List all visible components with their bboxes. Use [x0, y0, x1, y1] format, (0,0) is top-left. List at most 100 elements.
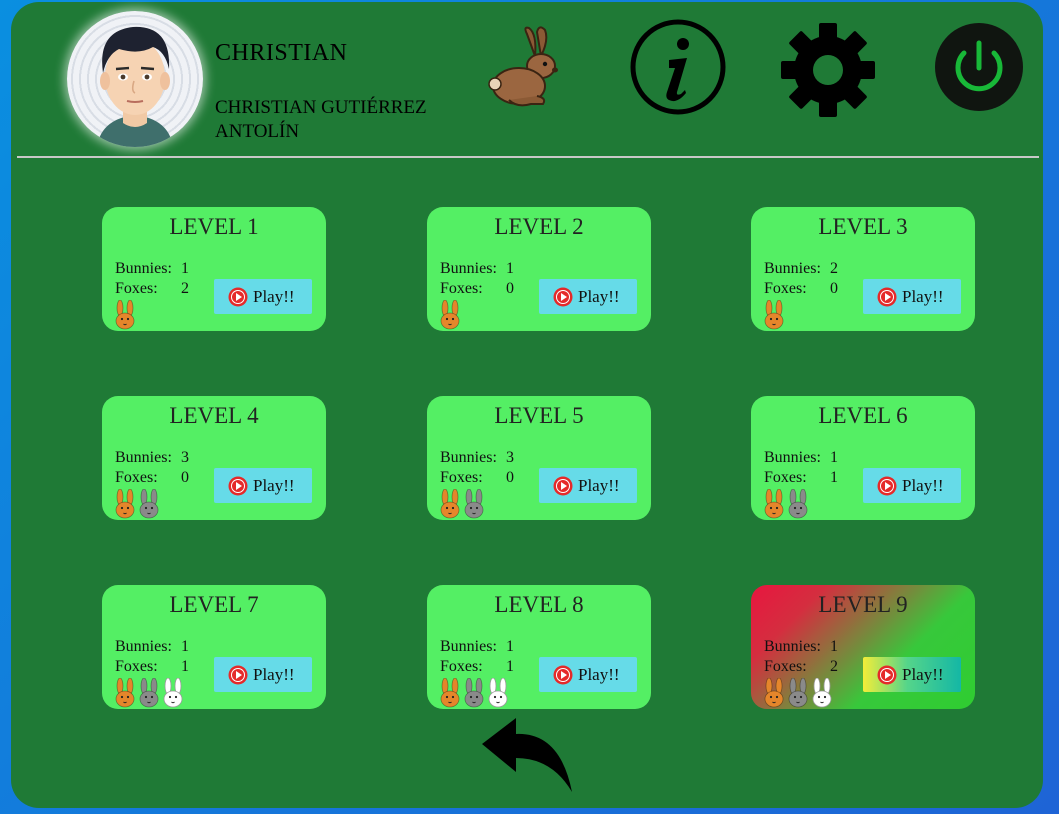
- bunnies-count: 3: [181, 449, 189, 466]
- foxes-count: 0: [181, 469, 189, 486]
- play-button-label: Play!!: [902, 475, 944, 495]
- bunnies-label: Bunnies:: [115, 449, 172, 466]
- foxes-label: Foxes:: [115, 469, 158, 486]
- bunny-icons: [114, 300, 136, 330]
- play-button[interactable]: Play!!: [863, 279, 961, 314]
- orange-bunny-icon: [764, 300, 784, 330]
- orange-bunny-icon: [764, 678, 784, 708]
- foxes-count: 0: [506, 280, 514, 297]
- level-title: LEVEL 6: [818, 403, 908, 428]
- bunnies-label: Bunnies:: [440, 449, 497, 466]
- level-title: LEVEL 7: [169, 592, 259, 617]
- foxes-count: 0: [506, 469, 514, 486]
- gray-bunny-icon: [139, 678, 159, 708]
- level-card[interactable]: LEVEL 7 Bunnies: 1 Foxes: 1 Play!!: [102, 585, 326, 709]
- user-first-name: CHRISTIAN: [215, 40, 348, 66]
- gray-bunny-icon: [788, 678, 808, 708]
- bunnies-label: Bunnies:: [115, 638, 172, 655]
- play-button[interactable]: Play!!: [539, 279, 637, 314]
- header-divider: [17, 156, 1039, 158]
- play-button-label: Play!!: [253, 475, 295, 495]
- gray-bunny-icon: [788, 489, 808, 519]
- bunny-icons: [439, 300, 461, 330]
- bunny-icons: [114, 489, 160, 519]
- level-card[interactable]: LEVEL 1 Bunnies: 1 Foxes: 2 Play!!: [102, 207, 326, 331]
- foxes-label: Foxes:: [764, 280, 807, 297]
- level-card[interactable]: LEVEL 8 Bunnies: 1 Foxes: 1 Play!!: [427, 585, 651, 709]
- orange-bunny-icon: [764, 489, 784, 519]
- orange-bunny-icon: [440, 678, 460, 708]
- bunnies-label: Bunnies:: [764, 638, 821, 655]
- foxes-label: Foxes:: [764, 658, 807, 675]
- level-title: LEVEL 9: [818, 592, 908, 617]
- foxes-label: Foxes:: [764, 469, 807, 486]
- bunnies-count: 1: [181, 260, 189, 277]
- gray-bunny-icon: [464, 489, 484, 519]
- bunnies-count: 1: [830, 449, 838, 466]
- play-button-label: Play!!: [902, 286, 944, 306]
- foxes-label: Foxes:: [115, 658, 158, 675]
- level-card[interactable]: LEVEL 9 Bunnies: 1 Foxes: 2 Play!!: [751, 585, 975, 709]
- play-button-label: Play!!: [253, 286, 295, 306]
- power-icon[interactable]: [933, 21, 1025, 113]
- level-card[interactable]: LEVEL 3 Bunnies: 2 Foxes: 0 Play!!: [751, 207, 975, 331]
- play-icon: [877, 665, 897, 684]
- foxes-label: Foxes:: [440, 280, 483, 297]
- foxes-count: 1: [506, 658, 514, 675]
- rabbit-icon[interactable]: [487, 26, 565, 108]
- main-panel: CHRISTIAN CHRISTIAN GUTIÉRREZ ANTOLÍN LE…: [11, 2, 1043, 808]
- orange-bunny-icon: [115, 678, 135, 708]
- play-button-label: Play!!: [902, 664, 944, 684]
- gray-bunny-icon: [139, 489, 159, 519]
- user-full-name: CHRISTIAN GUTIÉRREZ ANTOLÍN: [215, 97, 427, 142]
- bunny-icons: [763, 678, 833, 708]
- play-button[interactable]: Play!!: [863, 468, 961, 503]
- play-button[interactable]: Play!!: [214, 279, 312, 314]
- foxes-label: Foxes:: [440, 658, 483, 675]
- white-bunny-icon: [163, 678, 183, 708]
- level-title: LEVEL 4: [169, 403, 259, 428]
- avatar-portrait: [97, 26, 173, 147]
- foxes-count: 2: [181, 280, 189, 297]
- play-icon: [877, 476, 897, 495]
- gear-icon[interactable]: [779, 22, 877, 118]
- play-button-label: Play!!: [578, 286, 620, 306]
- play-button-label: Play!!: [578, 664, 620, 684]
- play-icon: [553, 476, 573, 495]
- level-card[interactable]: LEVEL 4 Bunnies: 3 Foxes: 0 Play!!: [102, 396, 326, 520]
- bunnies-label: Bunnies:: [764, 260, 821, 277]
- foxes-count: 2: [830, 658, 838, 675]
- bunnies-label: Bunnies:: [440, 260, 497, 277]
- bunny-icons: [439, 678, 509, 708]
- play-icon: [228, 665, 248, 684]
- level-title: LEVEL 5: [494, 403, 584, 428]
- play-icon: [877, 287, 897, 306]
- gray-bunny-icon: [464, 678, 484, 708]
- bunnies-count: 1: [506, 638, 514, 655]
- level-title: LEVEL 3: [818, 214, 908, 239]
- bunnies-label: Bunnies:: [115, 260, 172, 277]
- bunny-icons: [114, 678, 184, 708]
- level-card[interactable]: LEVEL 6 Bunnies: 1 Foxes: 1 Play!!: [751, 396, 975, 520]
- play-button[interactable]: Play!!: [214, 468, 312, 503]
- play-icon: [228, 476, 248, 495]
- play-button[interactable]: Play!!: [214, 657, 312, 692]
- play-button-label: Play!!: [253, 664, 295, 684]
- avatar[interactable]: [67, 11, 203, 147]
- play-button[interactable]: Play!!: [539, 468, 637, 503]
- bunnies-count: 1: [181, 638, 189, 655]
- orange-bunny-icon: [115, 489, 135, 519]
- orange-bunny-icon: [440, 300, 460, 330]
- play-icon: [228, 287, 248, 306]
- bunnies-count: 2: [830, 260, 838, 277]
- orange-bunny-icon: [440, 489, 460, 519]
- level-card[interactable]: LEVEL 2 Bunnies: 1 Foxes: 0 Play!!: [427, 207, 651, 331]
- play-button[interactable]: Play!!: [863, 657, 961, 692]
- level-card[interactable]: LEVEL 5 Bunnies: 3 Foxes: 0 Play!!: [427, 396, 651, 520]
- back-arrow-icon[interactable]: [480, 714, 576, 794]
- play-button[interactable]: Play!!: [539, 657, 637, 692]
- info-icon[interactable]: [629, 18, 727, 116]
- bunny-icons: [439, 489, 485, 519]
- bunnies-count: 3: [506, 449, 514, 466]
- play-icon: [553, 665, 573, 684]
